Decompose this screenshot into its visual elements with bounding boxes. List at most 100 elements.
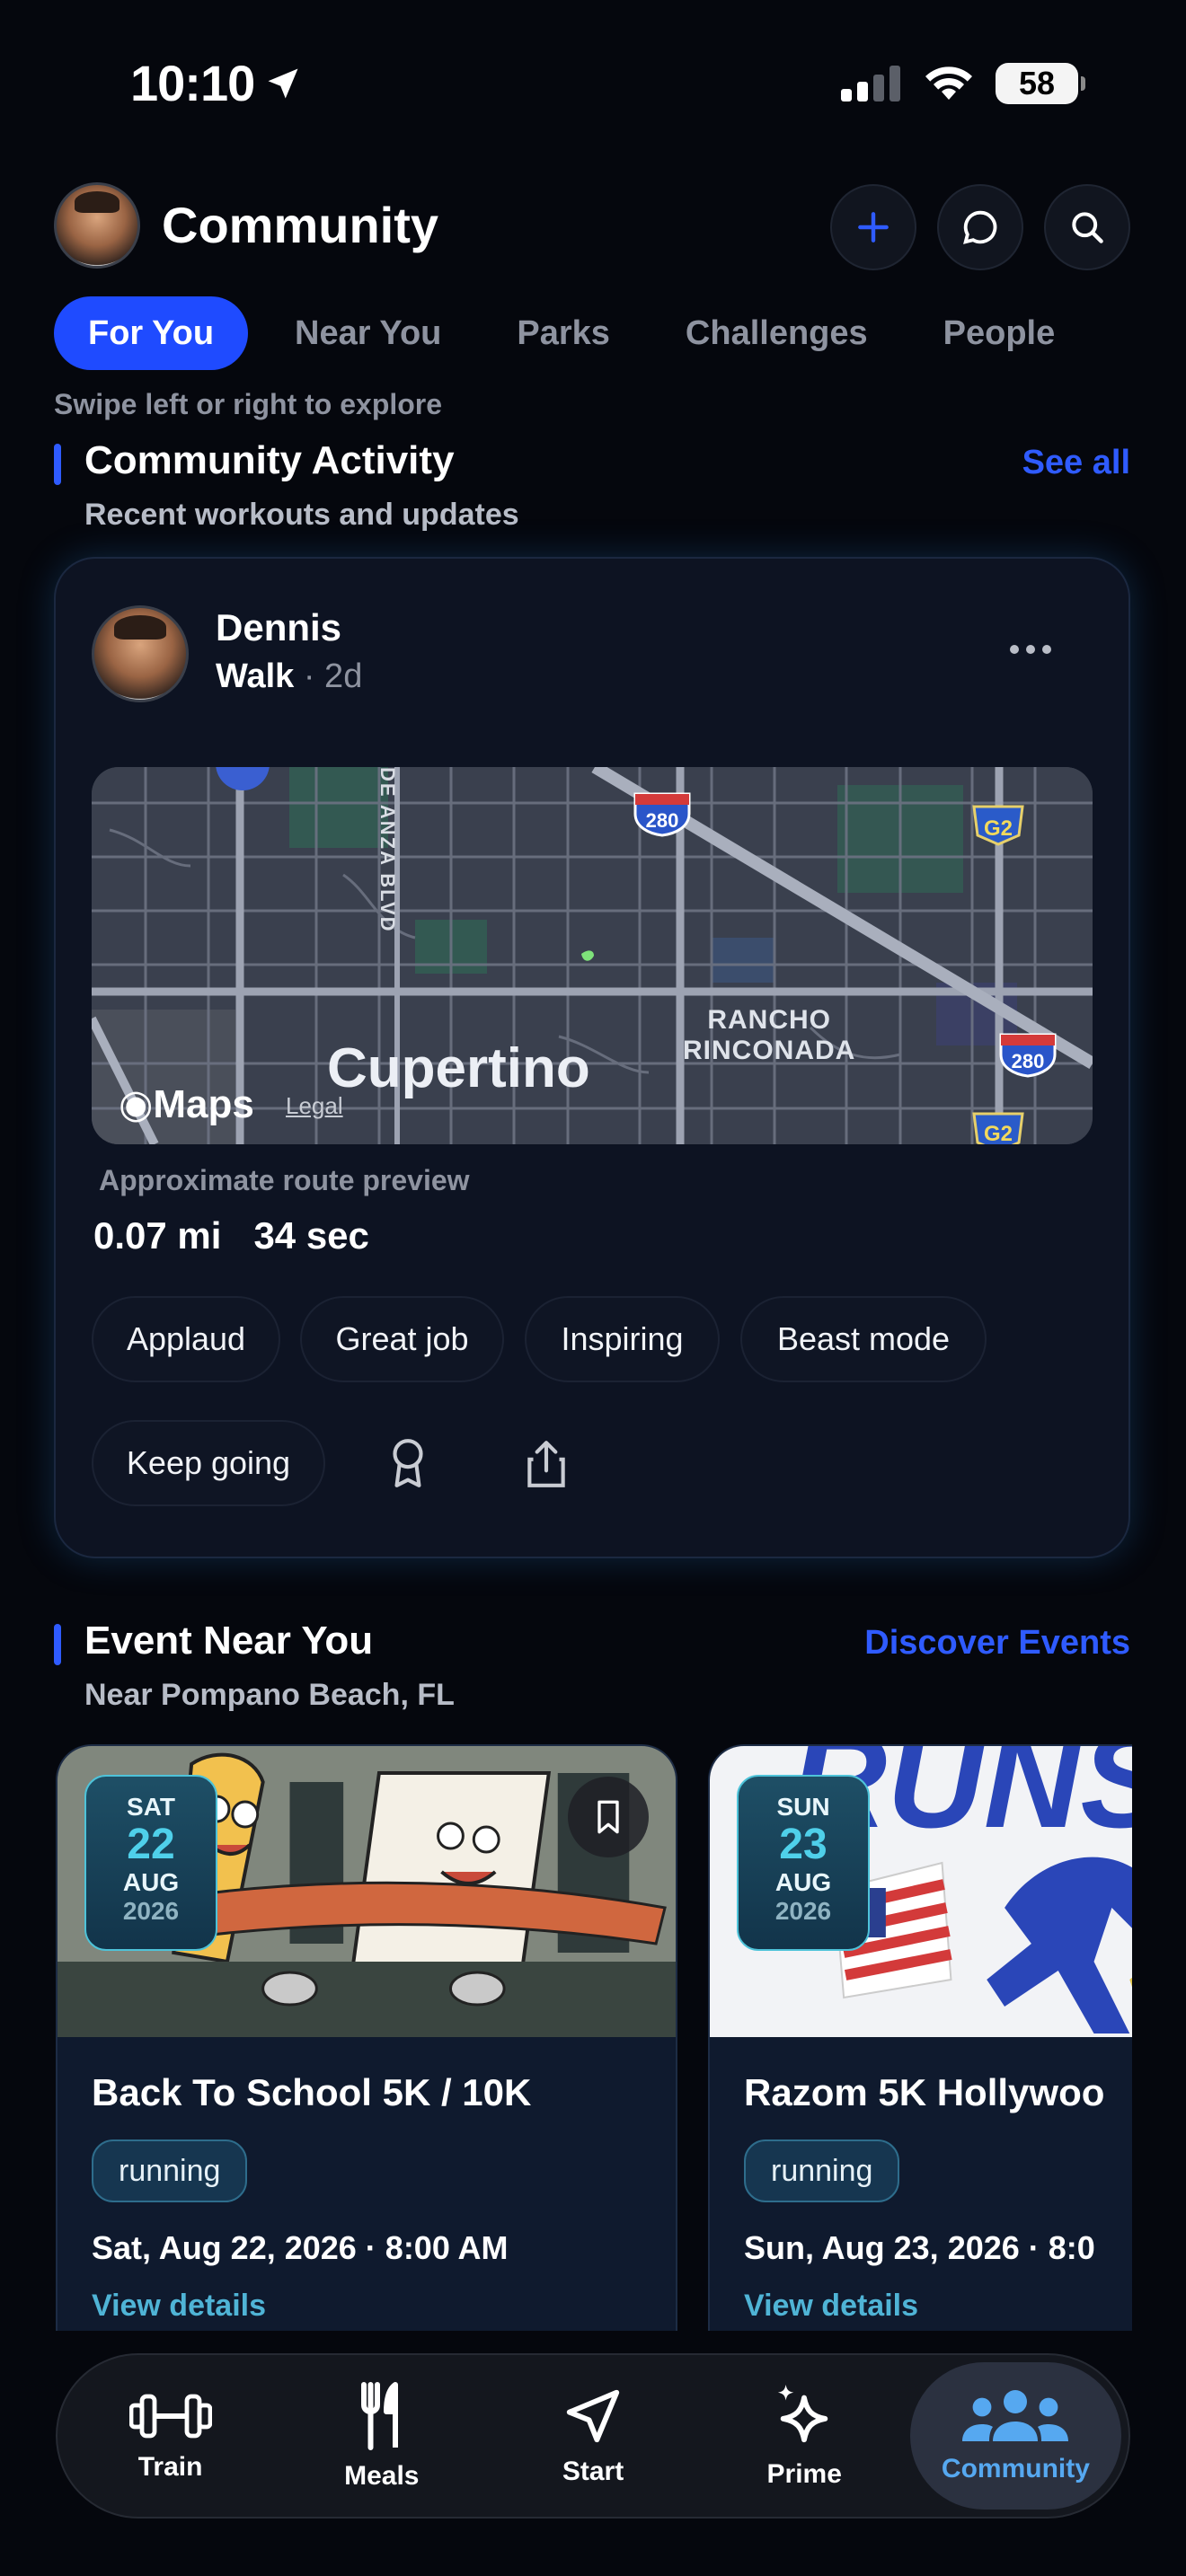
nav-meals-label: Meals xyxy=(344,2461,420,2491)
event-card[interactable]: SAT 22 AUG 2026 Back To School 5K / 10K … xyxy=(56,1744,677,2337)
bookmark-button[interactable] xyxy=(568,1777,649,1857)
tab-for-you[interactable]: For You xyxy=(54,296,249,370)
bookmark-icon xyxy=(597,1800,619,1834)
nav-community[interactable]: Community xyxy=(909,2362,1122,2510)
tab-parks[interactable]: Parks xyxy=(479,296,648,370)
tab-near-you[interactable]: Near You xyxy=(257,296,479,370)
svg-text:280: 280 xyxy=(1012,1050,1045,1072)
nav-train-label: Train xyxy=(137,2452,203,2482)
post-author-name[interactable]: Dennis xyxy=(216,606,341,649)
discover-events-link[interactable]: Discover Events xyxy=(864,1624,1130,1663)
more-options-icon[interactable] xyxy=(1010,645,1051,654)
event-tag: running xyxy=(92,2139,248,2202)
event-date-badge: SUN 23 AUG 2026 xyxy=(737,1775,870,1951)
messages-button[interactable] xyxy=(937,184,1023,270)
share-button[interactable] xyxy=(503,1420,589,1506)
svg-text:G2: G2 xyxy=(984,816,1013,841)
cellular-signal-icon xyxy=(841,66,900,101)
events-section-title: Event Near You xyxy=(84,1619,374,1663)
route-map[interactable]: 280 280 G2 G2 DE ANZA BLVD RANCHO RINCON… xyxy=(92,767,1093,1144)
event-year: 2026 xyxy=(774,1897,832,1925)
swipe-hint: Swipe left or right to explore xyxy=(54,388,443,420)
view-details-link[interactable]: View details xyxy=(92,2289,266,2324)
battery-level: 58 xyxy=(1018,65,1056,101)
interstate-shield-1: 280 xyxy=(633,792,691,837)
post-meta: Walk · 2d xyxy=(216,657,362,696)
wifi-icon xyxy=(925,66,972,100)
plus-icon xyxy=(858,212,889,243)
map-city-label: Cupertino xyxy=(327,1037,590,1099)
add-button[interactable] xyxy=(830,184,916,270)
people-icon xyxy=(962,2390,1069,2441)
svg-text:280: 280 xyxy=(646,809,679,832)
reaction-inspiring[interactable]: Inspiring xyxy=(525,1296,720,1382)
road-label: DE ANZA BLVD xyxy=(376,767,399,933)
filter-tabs: For You Near You Parks Challenges People xyxy=(54,296,1093,370)
post-author-avatar[interactable] xyxy=(92,605,189,702)
reaction-applaud[interactable]: Applaud xyxy=(92,1296,280,1382)
nav-train[interactable]: Train xyxy=(65,2362,276,2510)
reaction-great-job[interactable]: Great job xyxy=(300,1296,504,1382)
tab-challenges[interactable]: Challenges xyxy=(648,296,906,370)
event-datetime: Sun, Aug 23, 2026 · 8:0 xyxy=(744,2229,1095,2266)
location-arrow-icon xyxy=(268,68,298,98)
map-area-label: RANCHO RINCONADA xyxy=(683,1005,855,1066)
nav-meals[interactable]: Meals xyxy=(276,2362,487,2510)
search-button[interactable] xyxy=(1044,184,1130,270)
award-ribbon-icon xyxy=(393,1439,423,1487)
event-month: AUG xyxy=(122,1868,180,1896)
svg-text:G2: G2 xyxy=(984,1122,1013,1144)
nav-start[interactable]: Start xyxy=(487,2362,698,2510)
map-area-label-line2: RINCONADA xyxy=(683,1036,856,1065)
event-tag: running xyxy=(744,2139,900,2202)
maps-logo-text: Maps xyxy=(153,1082,254,1126)
events-section-subtitle: Near Pompano Beach, FL xyxy=(84,1678,455,1712)
dumbbell-icon xyxy=(128,2394,212,2439)
chat-bubble-icon xyxy=(963,210,997,244)
maps-logo: ◉Maps xyxy=(119,1081,254,1127)
post-age: · 2d xyxy=(303,657,363,695)
event-title: Back To School 5K / 10K xyxy=(92,2071,532,2113)
event-year: 2026 xyxy=(122,1897,180,1925)
clock-text: 10:10 xyxy=(130,55,255,111)
tab-people[interactable]: People xyxy=(906,296,1093,370)
route-caption: Approximate route preview xyxy=(99,1164,470,1196)
bottom-nav: Train Meals Start Prime Community xyxy=(56,2353,1130,2519)
event-day-of-week: SUN xyxy=(776,1793,830,1821)
section-accent-bar xyxy=(54,444,61,485)
county-shield-2: G2 xyxy=(972,1112,1024,1144)
event-day-of-week: SAT xyxy=(127,1793,175,1821)
reaction-beast-mode[interactable]: Beast mode xyxy=(740,1296,987,1382)
fork-knife-icon xyxy=(360,2382,398,2450)
nav-prime[interactable]: Prime xyxy=(699,2362,910,2510)
event-datetime: Sat, Aug 22, 2026 · 8:00 AM xyxy=(92,2229,509,2266)
event-month: AUG xyxy=(774,1868,832,1896)
nav-start-label: Start xyxy=(562,2457,624,2486)
event-day: 23 xyxy=(779,1821,828,1868)
distance-value: 0.07 mi xyxy=(93,1214,222,1257)
event-day: 22 xyxy=(127,1821,175,1868)
nav-community-label: Community xyxy=(941,2454,1090,2483)
event-title: Razom 5K Hollywoo xyxy=(744,2071,1105,2113)
map-area-label-line1: RANCHO xyxy=(707,1005,831,1035)
reaction-keep-going[interactable]: Keep going xyxy=(92,1420,325,1506)
interstate-shield-2: 280 xyxy=(999,1033,1057,1078)
activity-section-title: Community Activity xyxy=(84,438,455,482)
workout-stats: 0.07 mi 34 sec xyxy=(93,1214,369,1257)
see-all-link[interactable]: See all xyxy=(1022,444,1130,482)
search-icon xyxy=(1072,212,1103,243)
page-title: Community xyxy=(162,197,438,253)
award-button[interactable] xyxy=(365,1420,451,1506)
event-card[interactable]: RUNS SUN 23 AUG 2026 Razom 5K Hollywoo r… xyxy=(708,1744,1132,2337)
status-icons: 58 xyxy=(841,63,1085,104)
sparkles-icon xyxy=(778,2385,828,2443)
status-time: 10:10 xyxy=(130,54,303,112)
view-details-link[interactable]: View details xyxy=(744,2289,918,2324)
duration-value: 34 sec xyxy=(253,1214,369,1257)
battery-indicator: 58 xyxy=(996,63,1085,104)
location-arrow-icon xyxy=(566,2389,620,2443)
map-legal-link[interactable]: Legal xyxy=(286,1092,343,1120)
activity-type: Walk xyxy=(216,657,295,695)
profile-avatar[interactable] xyxy=(54,182,140,269)
apple-logo-icon: ◉ xyxy=(119,1082,154,1126)
